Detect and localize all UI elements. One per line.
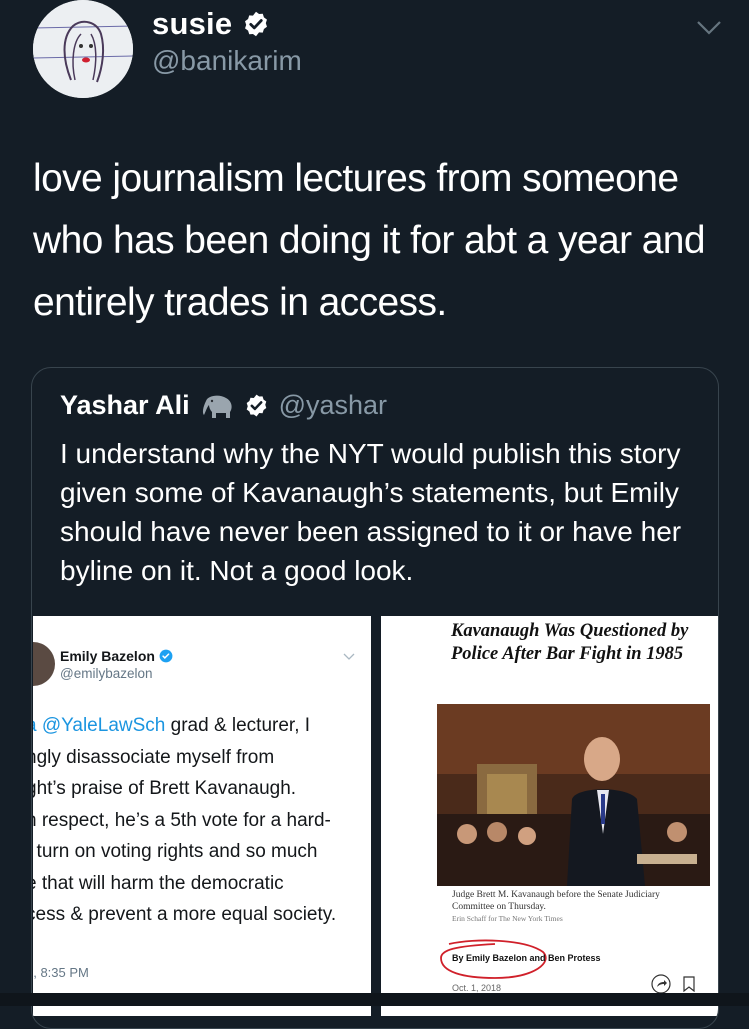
bookmark-icon (683, 976, 695, 992)
embedded-line: h respect, he’s a 5th vote for a hard- (33, 809, 331, 831)
embedded-line: a @YaleLawSch grad & lecturer, I (33, 715, 311, 736)
embedded-line: e that will harm the democratic (33, 872, 284, 894)
embedded-tweet-screenshot[interactable]: Emily Bazelon @emilybazelon a @YaleLawSc… (33, 616, 371, 1016)
author-handle[interactable]: @banikarim (152, 45, 302, 77)
article-photo-credit: Erin Schaff for The New York Times (452, 914, 563, 923)
quoted-tweet-card[interactable]: Yashar Ali @yashar I understand why the … (31, 367, 719, 1029)
elephant-emoji-icon (202, 395, 232, 418)
embedded-author-name: Emily Bazelon (60, 648, 155, 664)
share-icon (651, 974, 671, 994)
embedded-name-row: Emily Bazelon (60, 648, 173, 664)
tweet-text: love journalism lectures from someone wh… (33, 157, 706, 324)
verified-badge-icon (159, 649, 173, 663)
embedded-line: t turn on voting rights and so much (33, 841, 318, 862)
embedded-line: ngly disassociate myself from (33, 746, 275, 768)
bottom-edge (0, 993, 749, 1006)
chevron-down-icon (343, 653, 355, 660)
quoted-author-handle: @yashar (278, 390, 388, 420)
avatar-drawing (33, 0, 133, 98)
embedded-article-screenshot[interactable]: Kavanaugh Was Questioned by Police After… (381, 616, 718, 1016)
author-name[interactable]: susie (152, 6, 232, 42)
embedded-timestamp: 8, 8:35 PM (33, 965, 89, 980)
embedded-avatar (33, 642, 55, 686)
verified-badge-icon (246, 394, 266, 417)
article-headline: Kavanaugh Was Questioned by Police After… (451, 621, 689, 664)
quoted-author-name: Yashar Ali (60, 390, 190, 420)
verified-badge-icon (245, 11, 268, 37)
article-photo (437, 704, 710, 886)
article-photo-drawing (437, 704, 710, 886)
quoted-tweet-text: I understand why the NYT would publish t… (60, 438, 682, 586)
article-date: Oct. 1, 2018 (452, 983, 502, 993)
embedded-author-handle: @emilybazelon (60, 666, 153, 681)
user-avatar[interactable] (33, 0, 133, 98)
embedded-tweet-text: a @YaleLawSch grad & lecturer, I ngly di… (33, 710, 371, 931)
embedded-line: ght’s praise of Brett Kavanaugh. (33, 778, 297, 799)
quoted-tweet-header: Yashar Ali @yashar (60, 390, 387, 421)
chevron-down-icon[interactable] (696, 18, 722, 38)
embedded-line: cess & prevent a more equal society. (33, 904, 337, 925)
article-byline: By Emily Bazelon and Ben Protess (452, 953, 601, 963)
author-name-row: susie (152, 6, 270, 42)
article-photo-caption: Judge Brett M. Kavanaugh before the Sena… (452, 890, 660, 912)
